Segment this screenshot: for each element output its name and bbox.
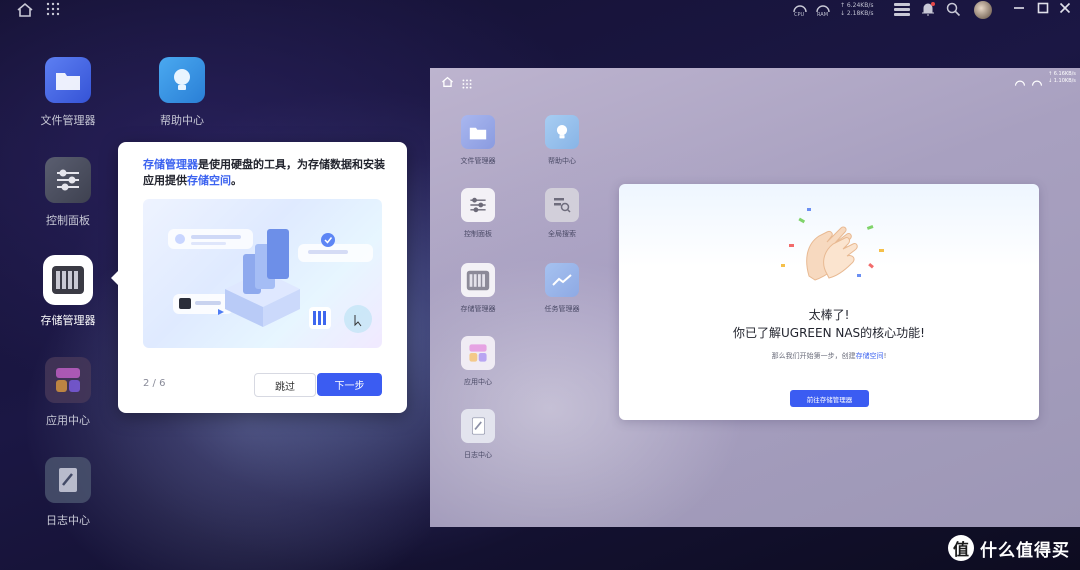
site-watermark: 值 什么值得买 [948,535,1070,561]
desktop-app-log-center[interactable]: 日志中心 [28,457,108,528]
search-icon[interactable] [946,2,961,21]
window-app-file-manager[interactable]: 文件管理器 [443,115,513,166]
window-app-help-center[interactable]: 帮助中心 [527,115,597,166]
watermark-text: 什么值得买 [980,540,1070,561]
apps-grid-icon[interactable] [462,74,472,93]
create-storage-space-link[interactable]: 存储空间 [856,352,884,360]
ram-gauge-icon[interactable] [1031,73,1043,92]
window-app-log-center[interactable]: 日志中心 [443,409,513,460]
network-upload-rate: ↑ 6.24KB/s [840,2,874,9]
completion-screen-window: ↑ 6.16KB/s ↓ 1.10KB/s 文件管理器 帮助中心 控制面板 全局… [430,68,1080,527]
task-list-icon[interactable] [894,3,910,20]
global-search-icon [545,188,579,222]
app-label: 日志中心 [464,451,492,459]
app-label: 应用中心 [46,414,90,427]
user-avatar[interactable] [974,1,992,19]
tooltip-text-end: 。 [231,174,242,187]
network-upload-rate: ↑ 6.16KB/s [1048,71,1076,77]
app-center-icon [45,357,91,403]
desktop-app-control-panel[interactable]: 控制面板 [28,157,108,228]
app-label: 任务管理器 [544,305,580,313]
window-app-app-center[interactable]: 应用中心 [443,336,513,387]
folder-icon [461,115,495,149]
window-app-task-manager[interactable]: 任务管理器 [527,263,597,314]
go-to-storage-manager-button[interactable]: 前往存储管理器 [790,390,869,407]
hard-drive-array-icon [461,263,495,297]
network-download-rate: ↓ 1.10KB/s [1048,78,1076,84]
app-label: 文件管理器 [40,114,96,127]
highlight-storage-manager: 存储管理器 [143,158,198,171]
network-download-rate: ↓ 2.18KB/s [840,10,874,17]
app-label: 帮助中心 [548,157,576,165]
clapping-hands-icon [781,208,884,281]
cpu-label: CPU [794,12,805,18]
onboarding-tooltip: 存储管理器是使用硬盘的工具，为存储数据和安装应用提供存储空间。 2 / 6 跳过… [111,142,407,413]
dialog-title-line1: 太棒了! [808,308,850,322]
sliders-icon [461,188,495,222]
next-button[interactable]: 下一步 [317,373,382,396]
app-label: 帮助中心 [160,114,204,127]
app-label: 全局搜索 [548,230,576,238]
app-label: 日志中心 [46,514,90,527]
dialog-title-line2: 你已了解UGREEN NAS的核心功能! [733,326,925,340]
cpu-gauge-icon[interactable] [1014,73,1026,92]
tooltip-description: 存储管理器是使用硬盘的工具，为存储数据和安装应用提供存储空间。 [143,157,388,189]
ram-label: RAM [817,12,829,18]
dialog-subtitle-text: 那么我们开始第一步，创建 [771,352,856,360]
home-icon[interactable] [441,73,454,92]
desktop-app-storage-manager[interactable]: 存储管理器 [28,257,108,328]
app-label: 应用中心 [464,378,492,386]
sliders-icon [45,157,91,203]
app-label: 文件管理器 [460,157,496,165]
storage-illustration [143,199,382,348]
folder-icon [45,57,91,103]
home-icon[interactable] [16,2,34,22]
app-center-icon [461,336,495,370]
apps-grid-icon[interactable] [46,2,60,20]
app-label: 存储管理器 [40,314,96,327]
desktop-app-app-center[interactable]: 应用中心 [28,357,108,428]
dialog-subtitle-end: ! [883,352,887,360]
window-app-control-panel[interactable]: 控制面板 [443,188,513,239]
window-top-bar: ↑ 6.16KB/s ↓ 1.10KB/s [430,68,1080,90]
hard-drive-array-icon [45,257,91,303]
watermark-logo: 值 [948,535,974,561]
minimize-icon[interactable] [1013,1,1025,19]
dialog-subtitle: 那么我们开始第一步，创建存储空间! [619,351,1039,361]
notification-bell-icon[interactable] [921,2,935,21]
maximize-icon[interactable] [1037,2,1049,18]
window-app-global-search[interactable]: 全局搜索 [527,188,597,239]
app-label: 控制面板 [46,214,90,227]
lightbulb-icon [159,57,205,103]
step-indicator: 2 / 6 [143,378,166,389]
window-app-storage-manager[interactable]: 存储管理器 [443,263,513,314]
highlight-storage-space: 存储空间 [187,174,231,187]
chart-trend-icon [545,263,579,297]
app-label: 存储管理器 [460,305,496,313]
log-book-icon [461,409,495,443]
close-icon[interactable] [1059,2,1071,18]
desktop-app-help-center[interactable]: 帮助中心 [142,57,222,128]
log-book-icon [45,457,91,503]
skip-button[interactable]: 跳过 [254,373,316,397]
app-label: 控制面板 [464,230,492,238]
lightbulb-icon [545,115,579,149]
completion-dialog: 太棒了! 你已了解UGREEN NAS的核心功能! 那么我们开始第一步，创建存储… [619,184,1039,420]
desktop-app-file-manager[interactable]: 文件管理器 [28,57,108,128]
top-bar: CPU RAM ↑ 6.24KB/s ↓ 2.18KB/s [0,0,1080,20]
